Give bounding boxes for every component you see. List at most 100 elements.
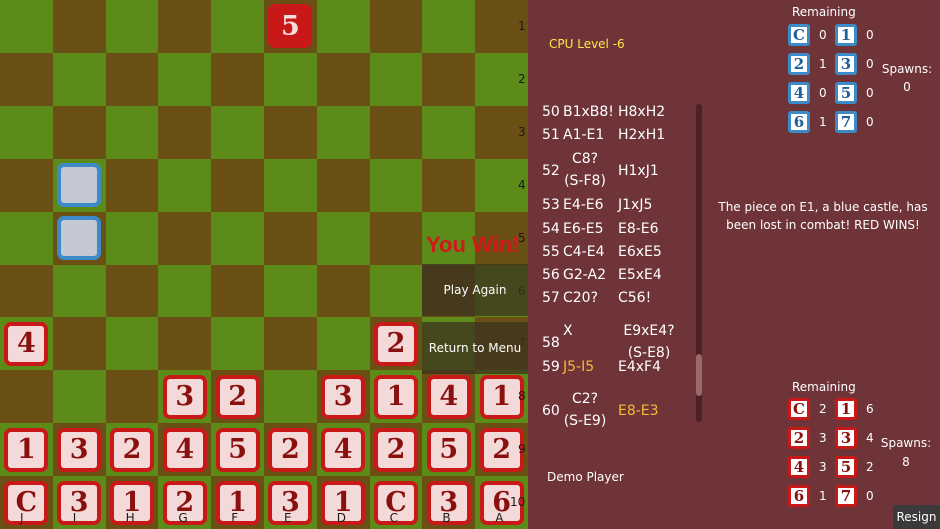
board-square[interactable] (52, 317, 106, 371)
board-square[interactable] (422, 105, 476, 159)
game-piece[interactable]: 5 (426, 427, 471, 472)
cpu-level-label: CPU Level -6 (549, 37, 625, 51)
game-piece[interactable]: 5 (268, 4, 313, 49)
game-piece[interactable]: 2 (215, 374, 260, 419)
board-square[interactable] (158, 52, 212, 106)
game-piece[interactable]: 4 (426, 374, 471, 419)
board-square[interactable] (316, 264, 370, 318)
game-piece[interactable]: 2 (479, 427, 524, 472)
board-square[interactable] (52, 52, 106, 106)
board-square[interactable] (158, 264, 212, 318)
board-square[interactable] (264, 52, 317, 106)
board-square[interactable] (105, 211, 159, 265)
board-square[interactable] (369, 158, 423, 212)
board-square[interactable] (105, 317, 159, 371)
board-square[interactable] (316, 105, 370, 159)
board-square[interactable] (0, 211, 53, 265)
board-square[interactable] (264, 105, 317, 159)
board-square[interactable] (105, 264, 159, 318)
board-square[interactable] (52, 105, 106, 159)
board-square[interactable] (0, 0, 53, 53)
board-square[interactable] (158, 211, 212, 265)
move-blue: E4xF4 (618, 359, 661, 375)
board-square[interactable] (369, 105, 423, 159)
game-piece[interactable]: 4 (4, 321, 49, 366)
game-piece[interactable]: 1 (374, 374, 418, 419)
board-square[interactable] (52, 370, 106, 424)
move-number: 52 (542, 163, 560, 179)
move-number: 55 (542, 244, 560, 260)
return-to-menu-button[interactable]: Return to Menu (422, 322, 528, 374)
board-square[interactable] (316, 211, 370, 265)
board-square[interactable] (264, 158, 317, 212)
play-again-button[interactable]: Play Again (422, 264, 528, 316)
board-square[interactable] (0, 52, 53, 106)
board-square[interactable] (52, 0, 106, 53)
game-piece[interactable]: 3 (57, 480, 102, 525)
board-square[interactable] (316, 0, 370, 53)
game-piece[interactable]: 3 (321, 374, 366, 419)
board-square[interactable] (264, 370, 317, 424)
board-square[interactable] (211, 264, 265, 318)
board-square[interactable] (105, 158, 159, 212)
move-number: 53 (542, 197, 560, 213)
board-square[interactable] (369, 52, 423, 106)
board-square[interactable] (264, 264, 317, 318)
row-label: 1 (518, 19, 526, 33)
board-square[interactable] (369, 0, 423, 53)
board-square[interactable] (369, 264, 423, 318)
move-blue: E8-E6 (618, 221, 659, 237)
blue-spawns-label: Spawns: (881, 62, 933, 76)
game-piece[interactable]: 2 (374, 321, 418, 366)
move-history-scroll-thumb[interactable] (696, 354, 702, 396)
board-square[interactable] (211, 52, 265, 106)
board-square[interactable] (52, 264, 106, 318)
board-square[interactable] (158, 317, 212, 371)
game-piece[interactable]: 4 (321, 427, 366, 472)
board-square[interactable] (0, 158, 53, 212)
board-square[interactable] (422, 0, 476, 53)
board-square[interactable] (422, 52, 476, 106)
board-square[interactable] (105, 52, 159, 106)
board-square[interactable] (211, 105, 265, 159)
column-label: D (336, 511, 347, 525)
game-piece[interactable]: 5 (215, 427, 260, 472)
board-square[interactable] (211, 0, 265, 53)
board-square[interactable] (316, 52, 370, 106)
game-piece[interactable] (57, 163, 102, 208)
board-square[interactable] (316, 158, 370, 212)
blue-remaining-piece-count: 0 (866, 115, 874, 129)
board-square[interactable] (158, 158, 212, 212)
game-piece[interactable]: 1 (4, 427, 49, 472)
board-square[interactable] (211, 317, 265, 371)
board-square[interactable] (0, 105, 53, 159)
game-piece[interactable]: C (4, 480, 49, 525)
board-square[interactable] (0, 370, 53, 424)
blue-remaining-piece-icon: 1 (835, 24, 857, 46)
game-piece[interactable]: 2 (268, 427, 313, 472)
board-square[interactable] (264, 317, 317, 371)
resign-button[interactable]: Resign (893, 505, 940, 529)
game-piece[interactable]: 2 (374, 427, 418, 472)
blue-spawns-value: 0 (903, 80, 911, 94)
red-remaining-piece-icon: 4 (788, 456, 810, 478)
board-square[interactable] (105, 0, 159, 53)
game-piece[interactable]: 2 (110, 427, 154, 472)
board-square[interactable] (0, 264, 53, 318)
board-square[interactable] (422, 158, 476, 212)
board-square[interactable] (158, 0, 212, 53)
game-piece[interactable]: 3 (162, 374, 207, 419)
move-red: C2? (S-E9) (563, 391, 607, 429)
board-square[interactable] (316, 317, 370, 371)
board-square[interactable] (369, 211, 423, 265)
board-square[interactable] (264, 211, 317, 265)
board-square[interactable] (105, 370, 159, 424)
game-piece[interactable] (57, 216, 102, 261)
board-square[interactable] (105, 105, 159, 159)
board-square[interactable] (158, 105, 212, 159)
board-square[interactable] (211, 158, 265, 212)
board-square[interactable] (211, 211, 265, 265)
game-piece[interactable]: 3 (57, 427, 102, 472)
game-piece[interactable]: 4 (162, 427, 207, 472)
game-piece[interactable]: 1 (479, 374, 524, 419)
